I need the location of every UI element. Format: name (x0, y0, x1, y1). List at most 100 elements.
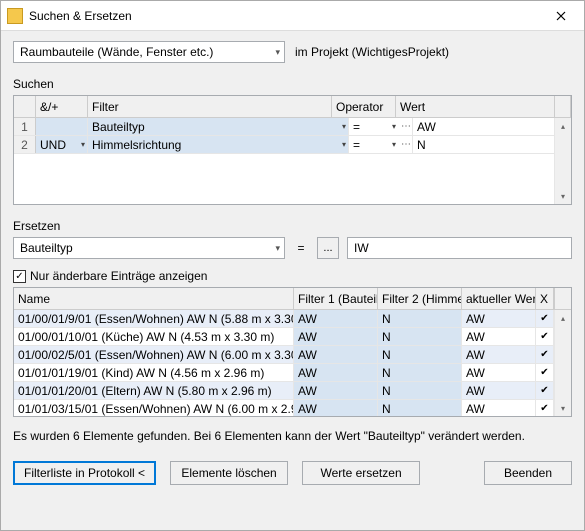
scope-combo[interactable]: Raumbauteile (Wände, Fenster etc.) ▾ (13, 41, 285, 63)
col-rownum[interactable] (14, 96, 36, 117)
cell-filter2: N (378, 310, 462, 327)
replace-row: Bauteiltyp ▾ = ... IW (13, 237, 572, 259)
equals-sign: = (293, 241, 309, 255)
cell-name: 01/01/01/19/01 (Kind) AW N (4.56 m x 2.9… (14, 364, 294, 381)
scroll-down-icon[interactable]: ▾ (555, 400, 571, 416)
replace-label: Ersetzen (13, 219, 572, 233)
cell-filter-value: Himmelsrichtung (92, 138, 181, 152)
editable-only-checkbox-row[interactable]: ✓ Nur änderbare Einträge anzeigen (13, 269, 572, 283)
dots-icon: ⋯ (401, 139, 410, 150)
cell-include-checkbox[interactable]: ✔ (536, 346, 554, 363)
cell-current: AW (462, 310, 536, 327)
search-row[interactable]: 2 UND ▾ Himmelsrichtung ▾ = ▾ ⋯ N (14, 136, 571, 154)
search-row[interactable]: 1 Bauteiltyp ▾ = ▾ ⋯ AW (14, 118, 571, 136)
cell-filter1: AW (294, 346, 378, 363)
status-text: Es wurden 6 Elemente gefunden. Bei 6 Ele… (13, 429, 572, 443)
cell-operator[interactable]: = ▾ ⋯ (349, 136, 413, 153)
scroll-up-icon[interactable]: ▴ (555, 118, 571, 134)
col-current[interactable]: aktueller Wert v (462, 288, 536, 309)
cell-current: AW (462, 328, 536, 345)
col-x[interactable]: X (536, 288, 554, 309)
cell-andor[interactable] (36, 118, 88, 135)
content-area: Raumbauteile (Wände, Fenster etc.) ▾ im … (1, 31, 584, 530)
col-filter2[interactable]: Filter 2 (Himmels (378, 288, 462, 309)
col-filter[interactable]: Filter (88, 96, 332, 117)
cell-name: 01/01/03/15/01 (Essen/Wohnen) AW N (6.00… (14, 400, 294, 416)
cell-filter1: AW (294, 328, 378, 345)
replace-field-combo[interactable]: Bauteiltyp ▾ (13, 237, 285, 259)
cell-current: AW (462, 346, 536, 363)
chevron-down-icon: ▾ (392, 122, 396, 131)
cell-current: AW (462, 364, 536, 381)
cell-include-checkbox[interactable]: ✔ (536, 400, 554, 416)
cell-include-checkbox[interactable]: ✔ (536, 364, 554, 381)
cell-filter-value: Bauteiltyp (92, 120, 145, 134)
cell-filter1: AW (294, 400, 378, 416)
window-title: Suchen & Ersetzen (29, 9, 538, 23)
cell-filter2: N (378, 400, 462, 416)
cell-filter2: N (378, 382, 462, 399)
cell-current: AW (462, 400, 536, 416)
cell-name: 01/00/02/5/01 (Essen/Wohnen) AW N (6.00 … (14, 346, 294, 363)
chevron-down-icon: ▾ (81, 140, 85, 149)
dots-icon: ⋯ (401, 121, 410, 132)
search-grid-body: 1 Bauteiltyp ▾ = ▾ ⋯ AW (14, 118, 571, 204)
cell-filter[interactable]: Himmelsrichtung ▾ (88, 136, 349, 153)
col-andor[interactable]: &/+ (36, 96, 88, 117)
cell-include-checkbox[interactable]: ✔ (536, 382, 554, 399)
results-grid: Name Filter 1 (Bauteilt Filter 2 (Himmel… (13, 287, 572, 417)
replace-field-value: Bauteiltyp (20, 241, 73, 255)
results-row[interactable]: 01/01/01/20/01 (Eltern) AW N (5.80 m x 2… (14, 382, 571, 400)
vertical-scrollbar[interactable]: ▴ ▾ (554, 310, 571, 416)
results-row[interactable]: 01/01/03/15/01 (Essen/Wohnen) AW N (6.00… (14, 400, 571, 416)
cell-andor-value: UND (40, 138, 66, 152)
scope-row: Raumbauteile (Wände, Fenster etc.) ▾ im … (13, 41, 572, 63)
browse-button[interactable]: ... (317, 237, 339, 259)
results-row[interactable]: 01/00/02/5/01 (Essen/Wohnen) AW N (6.00 … (14, 346, 571, 364)
cell-operator-value: = (353, 138, 360, 152)
close-button[interactable] (538, 1, 584, 31)
chevron-down-icon: ▾ (342, 140, 346, 149)
scope-combo-value: Raumbauteile (Wände, Fenster etc.) (20, 45, 213, 59)
results-row[interactable]: 01/01/01/19/01 (Kind) AW N (4.56 m x 2.9… (14, 364, 571, 382)
replace-value-input[interactable]: IW (347, 237, 572, 259)
scroll-down-icon[interactable]: ▾ (555, 188, 571, 204)
cell-andor[interactable]: UND ▾ (36, 136, 88, 153)
col-filter1[interactable]: Filter 1 (Bauteilt (294, 288, 378, 309)
cell-filter1: AW (294, 382, 378, 399)
protokoll-button[interactable]: Filterliste in Protokoll < (13, 461, 156, 485)
results-header: Name Filter 1 (Bauteilt Filter 2 (Himmel… (14, 288, 571, 310)
cell-name: 01/01/01/20/01 (Eltern) AW N (5.80 m x 2… (14, 382, 294, 399)
results-row[interactable]: 01/00/01/9/01 (Essen/Wohnen) AW N (5.88 … (14, 310, 571, 328)
col-name[interactable]: Name (14, 288, 294, 309)
col-wert[interactable]: Wert (396, 96, 554, 117)
scope-context: im Projekt (WichtigesProjekt) (295, 45, 449, 59)
row-number: 1 (14, 118, 36, 135)
cell-filter2: N (378, 364, 462, 381)
close-icon (556, 11, 566, 21)
cell-wert[interactable]: N (413, 136, 571, 153)
titlebar[interactable]: Suchen & Ersetzen (1, 1, 584, 31)
cell-name: 01/00/01/10/01 (Küche) AW N (4.53 m x 3.… (14, 328, 294, 345)
chevron-down-icon: ▾ (275, 47, 280, 58)
col-operator[interactable]: Operator (332, 96, 396, 117)
cell-include-checkbox[interactable]: ✔ (536, 310, 554, 327)
scroll-up-icon[interactable]: ▴ (555, 310, 571, 326)
cell-wert[interactable]: AW (413, 118, 571, 135)
cell-filter[interactable]: Bauteiltyp ▾ (88, 118, 349, 135)
cell-filter1: AW (294, 310, 378, 327)
cell-name: 01/00/01/9/01 (Essen/Wohnen) AW N (5.88 … (14, 310, 294, 327)
col-scroll-spacer (554, 288, 571, 309)
vertical-scrollbar[interactable]: ▴ ▾ (554, 118, 571, 204)
delete-elements-button[interactable]: Elemente löschen (170, 461, 288, 485)
replace-values-button[interactable]: Werte ersetzen (302, 461, 420, 485)
results-row[interactable]: 01/00/01/10/01 (Küche) AW N (4.53 m x 3.… (14, 328, 571, 346)
cell-operator[interactable]: = ▾ ⋯ (349, 118, 413, 135)
search-grid: &/+ Filter Operator Wert 1 Bauteiltyp ▾ (13, 95, 572, 205)
close-button[interactable]: Beenden (484, 461, 572, 485)
chevron-down-icon: ▾ (275, 243, 280, 254)
search-grid-header: &/+ Filter Operator Wert (14, 96, 571, 118)
cell-include-checkbox[interactable]: ✔ (536, 328, 554, 345)
col-scroll-spacer (554, 96, 571, 117)
checkbox[interactable]: ✓ (13, 270, 26, 283)
